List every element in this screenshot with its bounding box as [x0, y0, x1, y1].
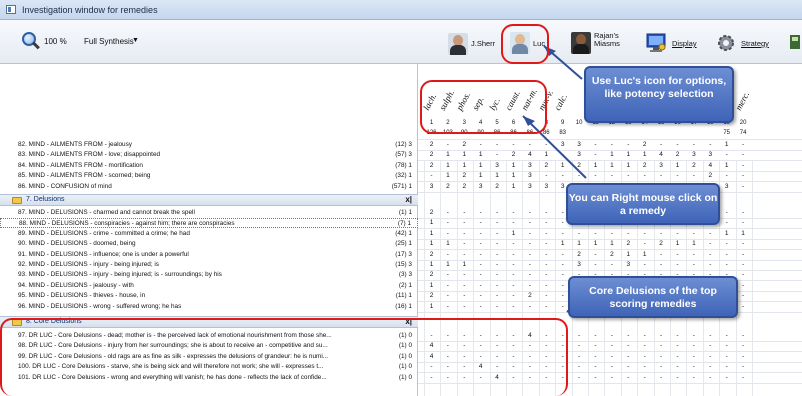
investigation-window: Investigation window for remedies 100 % … [0, 0, 802, 396]
callout-core-delusions: Core Delusions of the top scoring remedi… [568, 276, 738, 318]
remedy-names-highlight [420, 80, 547, 134]
callout-right-click: You can Right mouse click on a remedy [566, 183, 720, 225]
luc-highlight [501, 24, 549, 64]
callout-luc-icon: Use Luc's icon for options, like potency… [584, 66, 734, 123]
core-delusions-highlight [0, 318, 568, 396]
